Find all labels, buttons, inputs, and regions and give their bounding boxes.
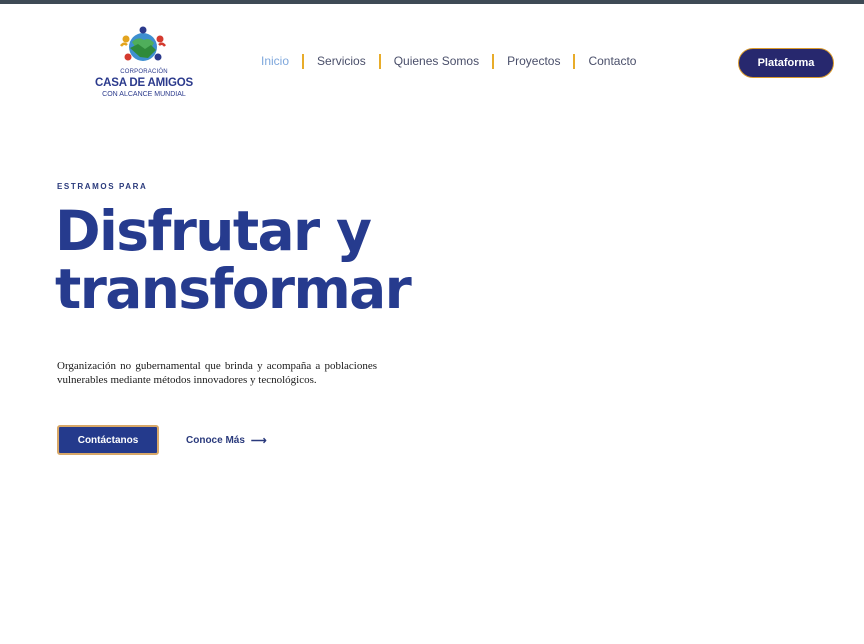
main-nav: Inicio Servicios Quienes Somos Proyectos… [248, 52, 649, 70]
logo-subtitle: CON ALCANCE MUNDIAL [102, 91, 186, 98]
nav-item-servicios[interactable]: Servicios [304, 54, 379, 68]
contact-button[interactable]: Contáctanos [57, 425, 159, 455]
nav-item-proyectos[interactable]: Proyectos [494, 54, 573, 68]
hero-title-line: transformar [55, 257, 412, 321]
nav-item-contacto[interactable]: Contacto [575, 54, 649, 68]
hero-eyebrow: ESTRAMOS PARA [57, 182, 148, 191]
logo-tagline: CORPORACIÓN [120, 69, 168, 75]
site-header: CORPORACIÓN CASA DE AMIGOS CON ALCANCE M… [0, 4, 864, 114]
learn-more-link[interactable]: Conoce Más ⟶ [186, 434, 267, 447]
nav-item-inicio[interactable]: Inicio [248, 54, 302, 68]
hero-description: Organización no gubernamental que brinda… [57, 360, 377, 386]
site-logo[interactable]: CORPORACIÓN CASA DE AMIGOS CON ALCANCE M… [92, 26, 196, 102]
hero-title: Disfrutar y transformar [55, 202, 475, 318]
logo-name: CASA DE AMIGOS [95, 77, 193, 89]
handshake-globe-icon [120, 26, 166, 61]
platform-button[interactable]: Plataforma [738, 48, 834, 78]
nav-item-quienes-somos[interactable]: Quienes Somos [381, 54, 492, 68]
learn-more-label: Conoce Más [186, 435, 245, 446]
arrow-right-icon: ⟶ [250, 435, 267, 447]
hero-title-line: Disfrutar y [55, 199, 372, 263]
